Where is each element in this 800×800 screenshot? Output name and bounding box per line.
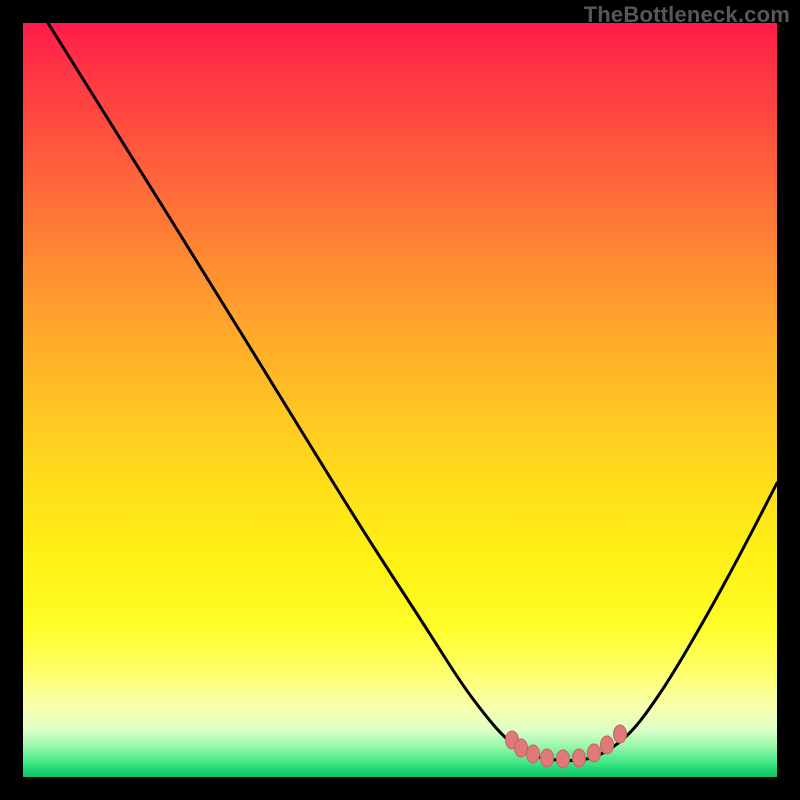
marker-dot <box>515 739 528 757</box>
marker-dot <box>588 744 601 762</box>
marker-dot <box>614 725 627 743</box>
bottleneck-curve <box>48 23 777 761</box>
marker-dot <box>573 749 586 767</box>
marker-dot <box>541 749 554 767</box>
marker-dot <box>527 745 540 763</box>
chart-overlay-svg <box>23 23 777 777</box>
marker-group <box>506 725 627 768</box>
chart-stage: TheBottleneck.com <box>0 0 800 800</box>
watermark-label: TheBottleneck.com <box>584 2 790 28</box>
marker-dot <box>557 750 570 768</box>
plot-area <box>23 23 777 777</box>
marker-dot <box>601 736 614 754</box>
